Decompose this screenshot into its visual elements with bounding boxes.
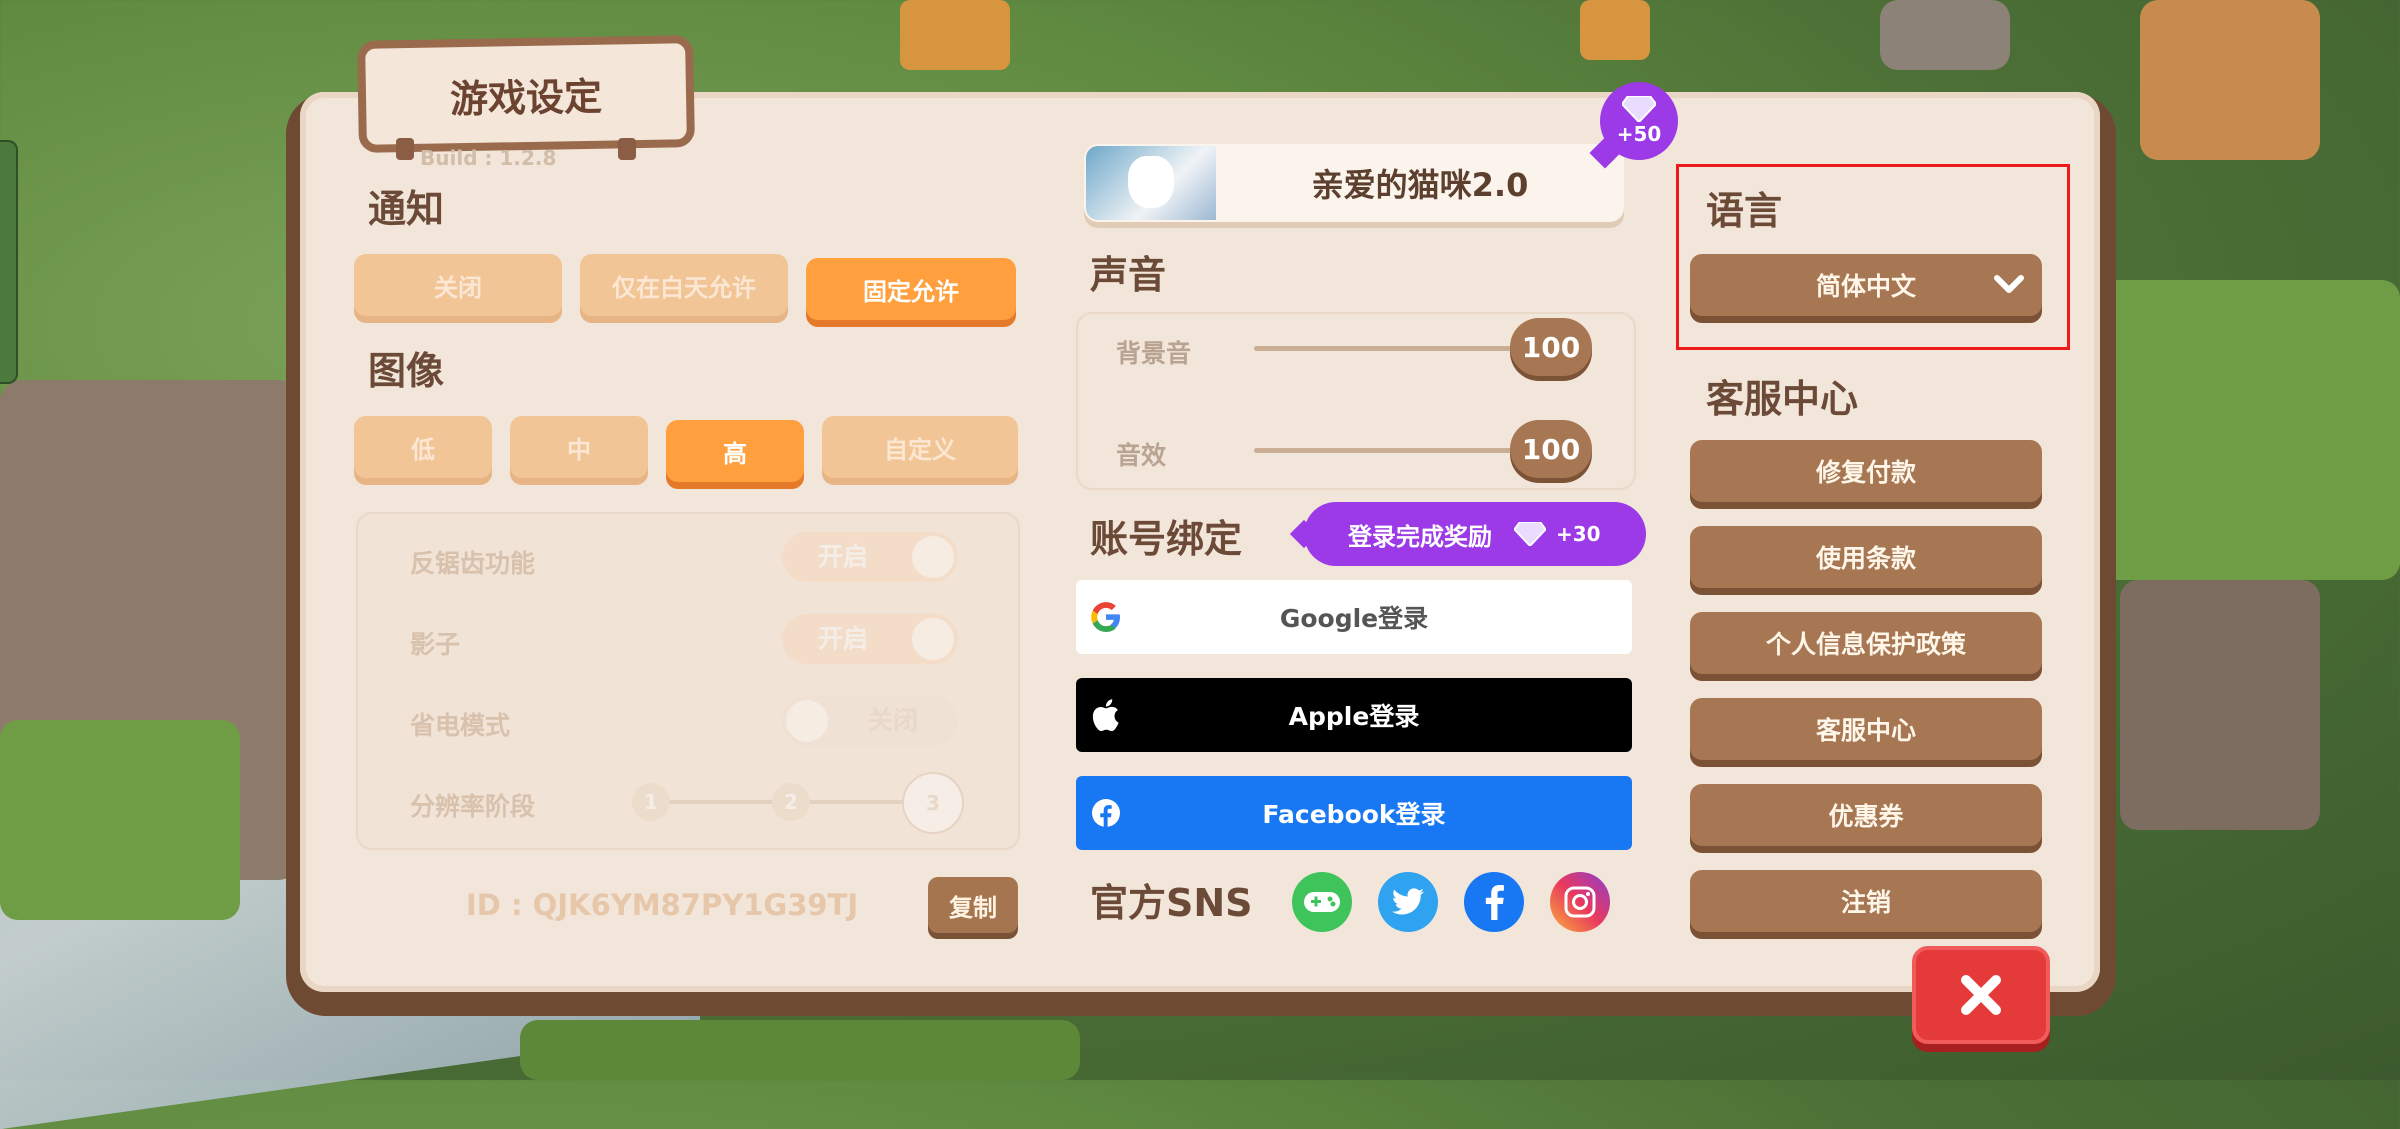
antialias-state: 开启	[818, 542, 869, 571]
resolution-step-3[interactable]: 3	[902, 772, 964, 834]
diamond-icon	[1622, 96, 1656, 122]
restore-purchase-button[interactable]: 修复付款	[1690, 440, 2042, 502]
close-button[interactable]	[1912, 946, 2050, 1044]
twitter-icon[interactable]	[1378, 872, 1438, 932]
sfx-slider-track[interactable]	[1254, 448, 1524, 453]
nail-icon	[618, 138, 636, 160]
antialias-toggle[interactable]: 开启	[782, 532, 958, 582]
close-icon	[1961, 975, 2001, 1015]
background-rock	[1880, 0, 2010, 70]
notification-off-button[interactable]: 关闭	[354, 254, 562, 316]
apple-login-button[interactable]: Apple登录	[1076, 678, 1632, 752]
shadow-label: 影子	[410, 630, 461, 659]
background-rock	[2120, 580, 2320, 830]
apple-icon	[1076, 699, 1136, 731]
banner-title: 亲爱的猫咪2.0	[1311, 166, 1529, 204]
nail-icon	[396, 138, 414, 160]
copy-id-button[interactable]: 复制	[928, 877, 1018, 933]
game-controller-icon[interactable]	[1292, 872, 1352, 932]
graphics-medium-button[interactable]: 中	[510, 416, 648, 478]
google-login-button[interactable]: Google登录	[1076, 580, 1632, 654]
gem-badge-amount: +50	[1616, 122, 1662, 146]
title-plank: 游戏设定	[357, 35, 695, 153]
antialias-label: 反锯齿功能	[410, 549, 536, 578]
background-grass	[520, 1020, 1080, 1080]
sns-header: 官方SNS	[1090, 881, 1253, 925]
background-grass	[0, 720, 240, 920]
diamond-icon	[1514, 522, 1546, 546]
power-save-state: 关闭	[868, 706, 919, 735]
shadow-state: 开启	[818, 624, 869, 653]
cat-banner-image	[1086, 146, 1216, 220]
chevron-down-icon	[1994, 275, 2024, 293]
support-header: 客服中心	[1706, 377, 1859, 421]
graphics-custom-button[interactable]: 自定义	[822, 416, 1018, 478]
game-banner[interactable]: 亲爱的猫咪2.0	[1084, 144, 1624, 222]
language-dropdown[interactable]: 简体中文	[1690, 254, 2042, 316]
apple-login-label: Apple登录	[1288, 702, 1420, 731]
sound-header: 声音	[1090, 253, 1167, 297]
power-save-toggle[interactable]: 关闭	[782, 696, 958, 746]
bgm-slider-knob[interactable]: 100	[1510, 318, 1592, 376]
background-crate	[1580, 0, 1650, 60]
instagram-icon[interactable]	[1550, 872, 1610, 932]
player-id: ID : QJK6YM87PY1G39TJ	[466, 888, 859, 922]
facebook-login-button[interactable]: Facebook登录	[1076, 776, 1632, 850]
notification-always-button[interactable]: 固定允许	[806, 258, 1016, 320]
shadow-toggle[interactable]: 开启	[782, 614, 958, 664]
background-crate	[900, 0, 1010, 70]
gem-reward-badge: +50	[1600, 82, 1678, 160]
customer-center-button[interactable]: 客服中心	[1690, 698, 2042, 760]
bgm-slider-track[interactable]	[1254, 346, 1524, 351]
google-icon	[1076, 601, 1136, 633]
resolution-step-2[interactable]: 2	[772, 783, 810, 821]
language-header: 语言	[1706, 189, 1783, 233]
build-version: Build : 1.2.8	[420, 146, 557, 170]
resolution-label: 分辨率阶段	[410, 792, 536, 821]
login-reward-label: 登录完成奖励	[1348, 522, 1492, 551]
page-title: 游戏设定	[449, 74, 603, 121]
bgm-label: 背景音	[1116, 339, 1192, 368]
background-rock	[2140, 0, 2320, 160]
facebook-sns-icon[interactable]	[1464, 872, 1524, 932]
graphics-header: 图像	[368, 349, 445, 393]
side-tab[interactable]	[0, 140, 18, 384]
notification-daytime-button[interactable]: 仅在白天允许	[580, 254, 788, 316]
facebook-login-label: Facebook登录	[1262, 800, 1446, 829]
account-header: 账号绑定	[1090, 517, 1243, 561]
toggle-knob	[912, 536, 954, 578]
login-reward-pill: 登录完成奖励 +30	[1304, 502, 1646, 566]
terms-of-use-button[interactable]: 使用条款	[1690, 526, 2042, 588]
google-login-label: Google登录	[1279, 604, 1429, 633]
language-selected: 简体中文	[1815, 272, 1916, 301]
toggle-knob	[786, 700, 828, 742]
login-reward-amount: +30	[1556, 522, 1601, 546]
graphics-low-button[interactable]: 低	[354, 416, 492, 478]
power-save-label: 省电模式	[410, 711, 511, 740]
privacy-policy-button[interactable]: 个人信息保护政策	[1690, 612, 2042, 674]
sfx-label: 音效	[1116, 441, 1167, 470]
logout-button[interactable]: 注销	[1690, 870, 2042, 932]
graphics-high-button[interactable]: 高	[666, 420, 804, 482]
resolution-step-1[interactable]: 1	[632, 783, 670, 821]
facebook-icon	[1076, 798, 1136, 828]
notification-header: 通知	[368, 187, 445, 231]
coupon-button[interactable]: 优惠券	[1690, 784, 2042, 846]
toggle-knob	[912, 618, 954, 660]
sfx-slider-knob[interactable]: 100	[1510, 420, 1592, 478]
